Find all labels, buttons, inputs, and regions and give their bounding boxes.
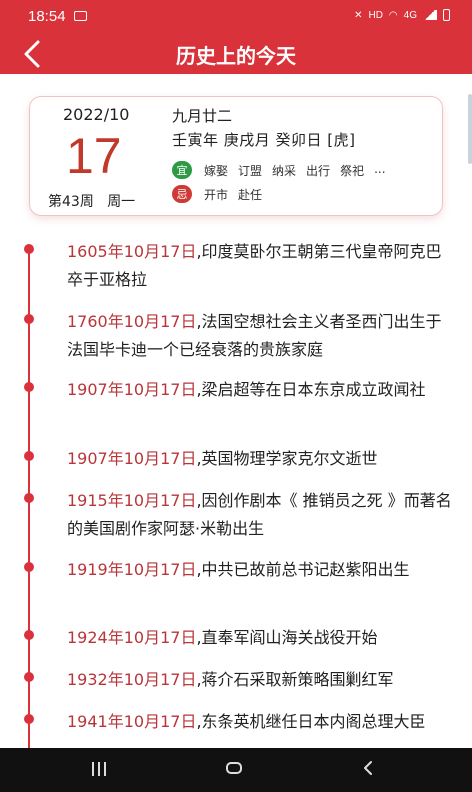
lunar-date: 九月廿二 bbox=[172, 107, 233, 125]
app-bar: 历史上的今天 bbox=[0, 34, 472, 74]
yi-row: 宜 嫁娶 订盟 纳采 出行 祭祀 ... bbox=[172, 161, 386, 179]
timeline-dot bbox=[24, 714, 34, 724]
timeline-dot bbox=[24, 493, 34, 503]
timeline-dot bbox=[24, 244, 34, 254]
event-date: 1924年10月17日 bbox=[67, 628, 197, 647]
event-date: 1760年10月17日 bbox=[67, 312, 197, 331]
timeline-dot bbox=[24, 630, 34, 640]
recent-apps-icon[interactable] bbox=[92, 762, 106, 776]
event-description: ,直奉军阎山海关战役开始 bbox=[196, 628, 378, 647]
event-text: 1919年10月17日,中共已故前总书记赵紫阳出生 bbox=[67, 556, 453, 584]
event-text: 1915年10月17日,因创作剧本《 推销员之死 》而著名的美国剧作家阿瑟·米勒… bbox=[67, 487, 453, 543]
event-date: 1941年10月17日 bbox=[67, 712, 197, 731]
cellular-label: 4G bbox=[403, 9, 417, 21]
ji-activity: 开市 bbox=[204, 187, 229, 202]
event-description: ,英国物理学家克尔文逝世 bbox=[196, 449, 378, 468]
nav-back-icon[interactable] bbox=[360, 760, 376, 776]
yi-activities: 嫁娶 订盟 纳采 出行 祭祀 ... bbox=[204, 162, 386, 179]
day-number: 17 bbox=[66, 128, 122, 184]
week-number: 第43周 bbox=[48, 194, 94, 210]
ji-activity: 赴任 bbox=[238, 187, 263, 202]
event-text: 1924年10月17日,直奉军阎山海关战役开始 bbox=[67, 624, 453, 652]
timeline-dot bbox=[24, 451, 34, 461]
yi-activity: 订盟 bbox=[238, 163, 263, 178]
wifi-icon: ◠ bbox=[388, 9, 398, 21]
timeline-dot bbox=[24, 562, 34, 572]
event-text: 1760年10月17日,法国空想社会主义者圣西门出生于法国毕卡迪一个已经衰落的贵… bbox=[67, 308, 453, 364]
signal-icon bbox=[423, 10, 437, 20]
yi-activity: 纳采 bbox=[272, 163, 297, 178]
main-content[interactable]: 2022/10 17 第43周 周一 九月廿二 壬寅年 庚戌月 癸卯日 [虎] … bbox=[0, 74, 472, 748]
ji-activities: 开市 赴任 bbox=[204, 186, 262, 203]
ji-row: 忌 开市 赴任 bbox=[172, 185, 262, 203]
status-bar: 18:54 ✕ HD ◠ 4G bbox=[0, 0, 472, 34]
yi-badge: 宜 bbox=[172, 161, 192, 179]
event-description: ,蒋介石采取新策略围剿红军 bbox=[196, 670, 394, 689]
event-date: 1907年10月17日 bbox=[67, 449, 197, 468]
ganzhi-date: 壬寅年 庚戌月 癸卯日 [虎] bbox=[172, 131, 356, 149]
status-icons: ✕ HD ◠ 4G bbox=[354, 9, 450, 21]
timeline-dot bbox=[24, 672, 34, 682]
yi-activity: 出行 bbox=[306, 163, 331, 178]
event-text: 1932年10月17日,蒋介石采取新策略围剿红军 bbox=[67, 666, 453, 694]
event-date: 1907年10月17日 bbox=[67, 380, 197, 399]
ji-badge: 忌 bbox=[172, 185, 192, 203]
page-title: 历史上的今天 bbox=[176, 44, 296, 68]
timeline-dot bbox=[24, 314, 34, 324]
event-description: ,中共已故前总书记赵紫阳出生 bbox=[196, 560, 410, 579]
week-info: 第43周 周一 bbox=[48, 191, 135, 211]
gallery-notification-icon bbox=[74, 11, 87, 21]
event-text: 1941年10月17日,东条英机继任日本内阁总理大臣 bbox=[67, 708, 453, 736]
yi-activity: 嫁娶 bbox=[204, 163, 229, 178]
event-date: 1605年10月17日 bbox=[67, 242, 197, 261]
event-text: 1907年10月17日,英国物理学家克尔文逝世 bbox=[67, 445, 453, 473]
scrollbar[interactable] bbox=[468, 94, 472, 164]
event-description: ,梁启超等在日本东京成立政闻社 bbox=[196, 380, 426, 399]
event-description: ,东条英机继任日本内阁总理大臣 bbox=[196, 712, 426, 731]
date-card: 2022/10 17 第43周 周一 九月廿二 壬寅年 庚戌月 癸卯日 [虎] … bbox=[29, 96, 443, 216]
system-nav-bar bbox=[0, 748, 472, 792]
yi-activity: 祭祀 bbox=[340, 163, 365, 178]
timeline-dot bbox=[24, 382, 34, 392]
network-hd-label: HD bbox=[368, 9, 383, 21]
battery-icon bbox=[443, 9, 450, 21]
year-month: 2022/10 bbox=[63, 105, 130, 124]
weekday: 周一 bbox=[107, 194, 136, 210]
status-time: 18:54 bbox=[28, 8, 66, 25]
mute-icon: ✕ bbox=[354, 9, 363, 21]
yi-activity: ... bbox=[374, 161, 386, 176]
home-icon[interactable] bbox=[226, 762, 242, 774]
event-text: 1605年10月17日,印度莫卧尔王朝第三代皇帝阿克巴卒于亚格拉 bbox=[67, 238, 453, 294]
event-date: 1932年10月17日 bbox=[67, 670, 197, 689]
event-date: 1915年10月17日 bbox=[67, 491, 197, 510]
event-date: 1919年10月17日 bbox=[67, 560, 197, 579]
event-text: 1907年10月17日,梁启超等在日本东京成立政闻社 bbox=[67, 376, 453, 404]
